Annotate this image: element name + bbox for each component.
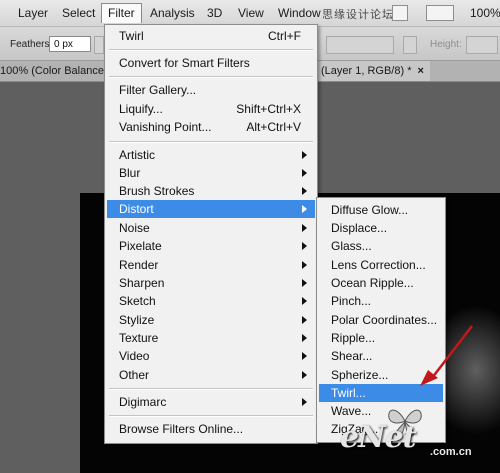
vanishing-point-label: Vanishing Point...: [119, 120, 212, 134]
menu-item-sketch[interactable]: Sketch: [107, 292, 315, 310]
sharpen-label: Sharpen: [119, 276, 165, 290]
submenu-arrow-icon: [302, 151, 307, 159]
sketch-label: Sketch: [119, 294, 156, 308]
menu-analysis[interactable]: Analysis: [150, 6, 195, 20]
menu-item-stylize[interactable]: Stylize: [107, 311, 315, 329]
filter-menu: Twirl Ctrl+F Convert for Smart Filters F…: [104, 24, 318, 444]
tab-color-balance[interactable]: 100% (Color Balance: [0, 61, 104, 81]
swap-dimensions-icon[interactable]: [403, 36, 417, 54]
menu-item-vanishing-point[interactable]: Vanishing Point... Alt+Ctrl+V: [107, 118, 315, 136]
menu-item-video[interactable]: Video: [107, 347, 315, 365]
submenu-arrow-icon: [302, 169, 307, 177]
menu-item-digimarc[interactable]: Digimarc: [107, 393, 315, 411]
submenu-item-ocean-ripple[interactable]: Ocean Ripple...: [319, 274, 443, 292]
other-label: Other: [119, 368, 150, 382]
distort-submenu: Diffuse Glow... Displace... Glass... Len…: [316, 197, 446, 443]
menu-separator: [109, 49, 313, 51]
noise-label: Noise: [119, 221, 150, 235]
menu-separator: [109, 141, 313, 143]
menu-item-render[interactable]: Render: [107, 256, 315, 274]
forum-watermark: 思缘设计论坛: [322, 9, 394, 21]
anti-alias-checkbox[interactable]: [94, 36, 104, 54]
menu-item-convert-smart-filters[interactable]: Convert for Smart Filters: [107, 54, 315, 72]
close-icon[interactable]: ×: [417, 65, 423, 77]
texture-label: Texture: [119, 331, 159, 345]
height-label: Height:: [430, 39, 462, 50]
liquify-label: Liquify...: [119, 102, 163, 116]
submenu-arrow-icon: [302, 224, 307, 232]
video-label: Video: [119, 349, 150, 363]
feather-label: Feathers:: [10, 39, 53, 50]
submenu-arrow-icon: [302, 398, 307, 406]
last-filter-shortcut: Ctrl+F: [268, 29, 301, 43]
submenu-item-diffuse-glow[interactable]: Diffuse Glow...: [319, 201, 443, 219]
submenu-arrow-icon: [302, 316, 307, 324]
menu-view[interactable]: View: [238, 6, 264, 20]
menu-item-distort[interactable]: Distort: [107, 200, 315, 218]
distort-label: Distort: [119, 202, 154, 216]
submenu-arrow-icon: [302, 279, 307, 287]
submenu-arrow-icon: [302, 242, 307, 250]
menu-filter[interactable]: Filter: [101, 3, 142, 23]
screen-mode-icon[interactable]: [392, 5, 408, 21]
menu-separator: [109, 415, 313, 417]
submenu-item-glass[interactable]: Glass...: [319, 237, 443, 255]
menu-item-noise[interactable]: Noise: [107, 219, 315, 237]
submenu-arrow-icon: [302, 261, 307, 269]
width-input[interactable]: [326, 36, 394, 54]
submenu-item-displace[interactable]: Displace...: [319, 219, 443, 237]
height-input[interactable]: [466, 36, 498, 54]
vanishing-point-shortcut: Alt+Ctrl+V: [246, 120, 301, 134]
menu-item-sharpen[interactable]: Sharpen: [107, 274, 315, 292]
submenu-arrow-icon: [302, 352, 307, 360]
submenu-arrow-icon: [302, 297, 307, 305]
submenu-item-pinch[interactable]: Pinch...: [319, 292, 443, 310]
last-filter-label: Twirl: [119, 29, 144, 43]
menu-item-last-filter[interactable]: Twirl Ctrl+F: [107, 27, 315, 45]
menu-3d[interactable]: 3D: [207, 6, 222, 20]
submenu-arrow-icon: [302, 371, 307, 379]
arrange-documents-icon[interactable]: [426, 5, 454, 21]
menu-item-pixelate[interactable]: Pixelate: [107, 237, 315, 255]
menu-item-filter-gallery[interactable]: Filter Gallery...: [107, 81, 315, 99]
tab-layer-1-label: (Layer 1, RGB/8) *: [321, 65, 412, 77]
menu-item-brush-strokes[interactable]: Brush Strokes: [107, 182, 315, 200]
submenu-arrow-icon: [302, 187, 307, 195]
liquify-shortcut: Shift+Ctrl+X: [236, 102, 301, 116]
menu-item-liquify[interactable]: Liquify... Shift+Ctrl+X: [107, 100, 315, 118]
artistic-label: Artistic: [119, 148, 155, 162]
blur-label: Blur: [119, 166, 141, 180]
submenu-arrow-icon: [302, 334, 307, 342]
menu-item-blur[interactable]: Blur: [107, 164, 315, 182]
pixelate-label: Pixelate: [119, 239, 162, 253]
menu-bar: Layer Select Filter Analysis 3D View Win…: [0, 0, 500, 27]
annotation-arrow-icon: [420, 325, 473, 386]
menu-item-texture[interactable]: Texture: [107, 329, 315, 347]
menu-layer[interactable]: Layer: [18, 6, 48, 20]
menu-separator: [109, 76, 313, 78]
digimarc-label: Digimarc: [119, 395, 167, 409]
brush-strokes-label: Brush Strokes: [119, 184, 195, 198]
render-label: Render: [119, 258, 159, 272]
menu-item-browse-filters-online[interactable]: Browse Filters Online...: [107, 420, 315, 438]
submenu-item-lens-correction[interactable]: Lens Correction...: [319, 256, 443, 274]
enet-logo: eNet: [340, 420, 416, 455]
enet-domain: .com.cn: [430, 446, 472, 458]
menu-item-artistic[interactable]: Artistic: [107, 146, 315, 164]
menu-separator: [109, 388, 313, 390]
stylize-label: Stylize: [119, 313, 155, 327]
menu-item-other[interactable]: Other: [107, 366, 315, 384]
zoom-level[interactable]: 100%: [470, 6, 500, 20]
menu-window[interactable]: Window: [278, 6, 321, 20]
feather-input[interactable]: 0 px: [49, 36, 91, 52]
submenu-arrow-icon: [302, 205, 307, 213]
menu-select[interactable]: Select: [62, 6, 95, 20]
tab-layer-1[interactable]: (Layer 1, RGB/8) * ×: [314, 61, 430, 81]
